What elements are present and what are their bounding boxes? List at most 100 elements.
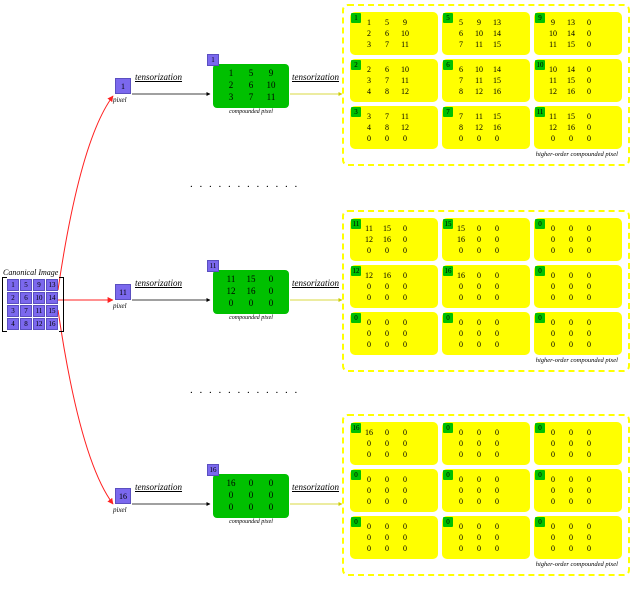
higher-order-grid-cell: 0 — [580, 123, 598, 134]
higher-order-grid-cell: 0 — [452, 428, 470, 439]
higher-order-grid-cell: 0 — [396, 486, 414, 497]
higher-order-grid-cell: 0 — [378, 533, 396, 544]
higher-order-grid-cell: 0 — [544, 271, 562, 282]
higher-order-grid-cell: 0 — [580, 18, 598, 29]
higher-order-grid-cell: 0 — [396, 450, 414, 461]
higher-order-grid-cell: 16 — [378, 235, 396, 246]
higher-order-badge: 3 — [351, 107, 361, 117]
compounded-pixel-cell: 0 — [241, 298, 261, 310]
higher-order-grid-cell: 0 — [488, 318, 506, 329]
canonical-cell: 2 — [7, 292, 19, 304]
higher-order-grid-cell: 10 — [396, 65, 414, 76]
higher-order-grid-cell: 16 — [488, 87, 506, 98]
higher-order-grid-cell: 0 — [580, 76, 598, 87]
higher-order-grid-cell: 5 — [378, 18, 396, 29]
higher-order-grid-cell: 0 — [360, 329, 378, 340]
higher-order-grid-cell: 0 — [562, 533, 580, 544]
higher-order-grid-cell: 0 — [378, 544, 396, 555]
higher-order-grid-cell: 0 — [470, 428, 488, 439]
higher-order-cell: 0000000000 — [534, 265, 622, 308]
higher-order-grid: 101401115012160 — [544, 65, 616, 98]
higher-order-grid-cell: 0 — [470, 522, 488, 533]
higher-order-grid-cell: 0 — [378, 428, 396, 439]
higher-order-grid-cell: 0 — [580, 475, 598, 486]
higher-order-grid-cell: 0 — [378, 522, 396, 533]
higher-order-grid-cell: 4 — [360, 87, 378, 98]
higher-order-badge: 0 — [535, 423, 545, 433]
higher-order-grid-cell: 0 — [452, 134, 470, 145]
higher-order-grid-cell: 0 — [378, 318, 396, 329]
higher-order-grid-cell: 0 — [580, 224, 598, 235]
higher-order-grid-cell: 0 — [488, 293, 506, 304]
higher-order-grid-cell: 1 — [360, 18, 378, 29]
higher-order-grid-cell: 0 — [396, 475, 414, 486]
higher-order-badge: 0 — [351, 517, 361, 527]
compounded-pixel-badge: 1 — [207, 54, 219, 66]
higher-order-cell: 77111581216000 — [442, 106, 530, 149]
higher-order-grid-cell: 0 — [562, 450, 580, 461]
higher-order-grid-cell: 0 — [580, 428, 598, 439]
higher-order-grid: 000000000 — [360, 475, 432, 508]
higher-order-cell: 0000000000 — [350, 312, 438, 355]
higher-order-grid-cell: 15 — [488, 112, 506, 123]
higher-order-grid-cell: 10 — [544, 65, 562, 76]
compounded-pixel-cell: 11 — [221, 274, 241, 286]
higher-order-grid-cell: 7 — [378, 112, 396, 123]
higher-order-grid-cell: 0 — [396, 224, 414, 235]
higher-order-grid-cell: 0 — [452, 475, 470, 486]
higher-order-grid-cell: 0 — [470, 318, 488, 329]
compounded-pixel-cell: 7 — [241, 92, 261, 104]
higher-order-badge: 16 — [351, 423, 361, 433]
higher-order-cell: 0000000000 — [350, 469, 438, 512]
compounded-pixel-cell: 0 — [221, 502, 241, 514]
higher-order-grid-cell: 0 — [488, 544, 506, 555]
higher-order-grid-cell: 12 — [544, 123, 562, 134]
higher-order-grid: 000000000 — [544, 271, 616, 304]
tensorization-label: tensorization — [135, 72, 182, 82]
higher-order-grid-cell: 0 — [378, 134, 396, 145]
higher-order-grid-cell: 0 — [470, 329, 488, 340]
higher-order-grid-cell: 0 — [488, 475, 506, 486]
compounded-pixel-cell: 2 — [221, 80, 241, 92]
compounded-pixel-cell: 0 — [221, 298, 241, 310]
higher-order-grid-cell: 8 — [452, 123, 470, 134]
higher-order-grid-cell: 0 — [360, 282, 378, 293]
higher-order-grid: 91301014011150 — [544, 18, 616, 51]
higher-order-grid-cell: 0 — [452, 486, 470, 497]
higher-order-cell: 1515001600000 — [442, 218, 530, 261]
tensorization-label: tensorization — [135, 278, 182, 288]
canonical-image: Canonical Image 15913261014371115481216 — [3, 268, 63, 330]
higher-order-grid-cell: 0 — [580, 246, 598, 257]
higher-order-grid-cell: 12 — [544, 87, 562, 98]
higher-order-grid-cell: 0 — [396, 544, 414, 555]
higher-order-cell: 111115012160000 — [350, 218, 438, 261]
higher-order-grid-cell: 10 — [396, 29, 414, 40]
higher-order-badge: 0 — [443, 313, 453, 323]
higher-order-grid-cell: 0 — [580, 282, 598, 293]
canonical-cell: 3 — [7, 305, 19, 317]
higher-order-badge: 5 — [443, 13, 453, 23]
higher-order-grid-cell: 0 — [580, 271, 598, 282]
higher-order-grid-cell: 0 — [452, 318, 470, 329]
higher-order-grid-cell: 8 — [378, 87, 396, 98]
higher-order-cell: 337114812000 — [350, 106, 438, 149]
compounded-pixel-cell: 3 — [221, 92, 241, 104]
higher-order-grid-cell: 3 — [360, 112, 378, 123]
compounded-pixel-cell: 0 — [261, 502, 281, 514]
higher-order-grid-cell: 8 — [378, 123, 396, 134]
compounded-pixel-cell: 11 — [261, 92, 281, 104]
higher-order-grid-cell: 12 — [470, 87, 488, 98]
compounded-pixel-cell: 0 — [221, 490, 241, 502]
higher-order-grid-cell: 0 — [562, 486, 580, 497]
higher-order-grid-cell: 0 — [452, 522, 470, 533]
higher-order-cell: 10101401115012160 — [534, 59, 622, 102]
higher-order-grid-cell: 0 — [360, 522, 378, 533]
higher-order-grid-cell: 0 — [488, 497, 506, 508]
canonical-cell: 7 — [20, 305, 32, 317]
higher-order-grid-cell: 0 — [562, 428, 580, 439]
higher-order-grid-cell: 0 — [544, 533, 562, 544]
higher-order-grid-cell: 0 — [544, 134, 562, 145]
pixel-chip: 1 — [115, 78, 131, 94]
higher-order-badge: 11 — [535, 107, 545, 117]
higher-order-grid-cell: 0 — [378, 329, 396, 340]
